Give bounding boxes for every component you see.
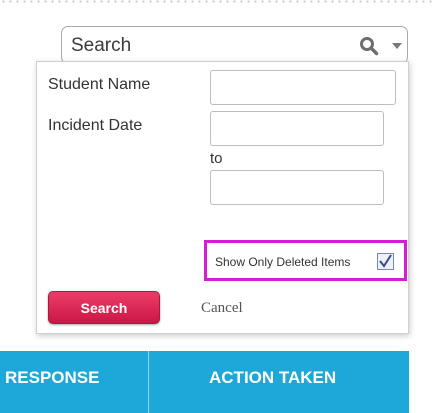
student-name-input[interactable] [210,70,396,105]
column-header-response[interactable]: RESPONSE [5,368,99,388]
search-label: Search [71,35,132,56]
incident-date-to-input[interactable] [210,170,384,205]
cancel-link[interactable]: Cancel [201,300,243,317]
checkmark-icon [379,254,392,268]
show-deleted-highlight: Show Only Deleted Items [204,240,407,281]
incident-date-from-input[interactable] [210,111,384,146]
column-header-action-taken[interactable]: ACTION TAKEN [209,368,336,388]
top-dotted-divider [0,0,433,3]
column-divider [148,351,149,413]
caret-down-icon[interactable] [392,43,402,49]
search-filter-panel: Student Name Incident Date to Show Only … [36,61,409,334]
search-dropdown-toggle[interactable]: Search [61,26,408,64]
table-header-bar: RESPONSE ACTION TAKEN [0,351,409,413]
magnifier-icon [360,37,379,56]
show-deleted-label: Show Only Deleted Items [215,255,351,269]
search-button[interactable]: Search [48,291,160,324]
student-name-label: Student Name [48,76,151,93]
show-deleted-checkbox[interactable] [377,253,394,270]
incident-date-label: Incident Date [48,117,143,134]
to-label: to [210,150,223,167]
